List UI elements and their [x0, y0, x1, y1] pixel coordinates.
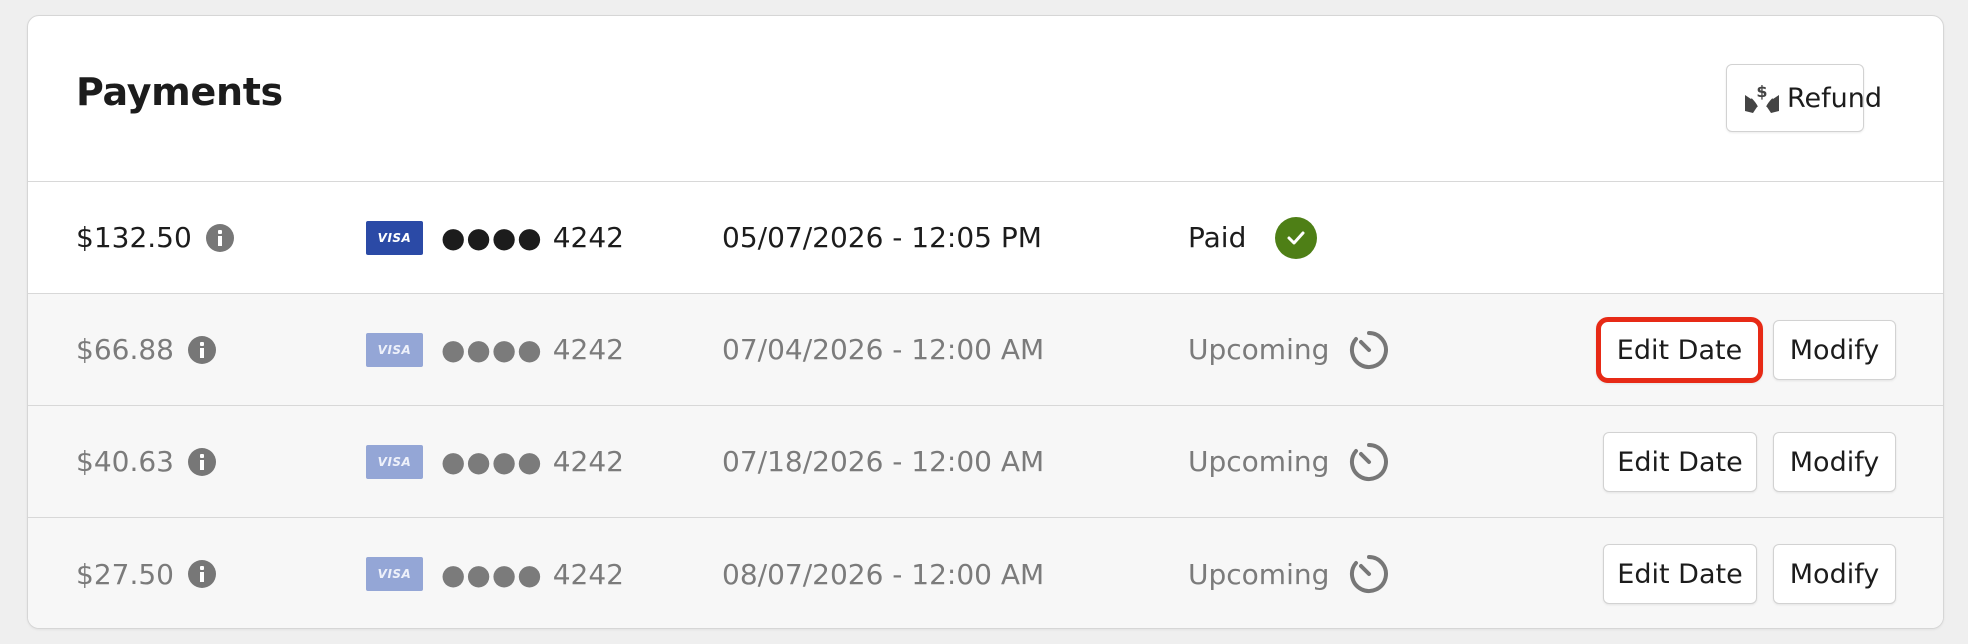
visa-card-icon: VISA	[366, 332, 423, 367]
payment-datetime: 05/07/2026 - 12:05 PM	[722, 221, 1042, 254]
payment-row: $66.88 VISA ●●●● 4242 07/04/2026 - 12:00…	[28, 294, 1943, 406]
timer-icon	[1348, 518, 1390, 628]
edit-date-button[interactable]: Edit Date	[1596, 317, 1763, 383]
payment-amount: $40.63	[76, 406, 216, 517]
payment-card: VISA ●●●● 4242	[366, 406, 624, 517]
card-last4: 4242	[552, 333, 624, 366]
modify-button[interactable]: Modify	[1773, 432, 1896, 492]
payment-row: $40.63 VISA ●●●● 4242 07/18/2026 - 12:00…	[28, 406, 1943, 518]
visa-card-icon: VISA	[366, 220, 423, 255]
visa-card-icon: VISA	[366, 557, 423, 591]
payments-card: Payments $ Refund $132.50 VISA ●●●● 4242	[27, 15, 1944, 629]
payment-datetime: 08/07/2026 - 12:00 AM	[722, 557, 1045, 591]
info-icon[interactable]	[187, 335, 216, 364]
payment-card: VISA ●●●● 4242	[366, 518, 624, 628]
payment-datetime: 07/04/2026 - 12:00 AM	[722, 333, 1045, 366]
svg-text:$: $	[1756, 82, 1767, 101]
refund-button[interactable]: $ Refund	[1726, 64, 1882, 132]
modify-button[interactable]: Modify	[1773, 544, 1896, 604]
payment-amount: $27.50	[76, 518, 216, 628]
info-icon[interactable]	[187, 560, 216, 588]
card-last4: 4242	[552, 445, 624, 478]
timer-icon	[1348, 294, 1390, 405]
payment-status: Upcoming	[1188, 557, 1330, 591]
payment-status: Paid	[1188, 221, 1247, 254]
payment-amount: $66.88	[76, 294, 216, 405]
payment-row: $132.50 VISA ●●●● 4242 05/07/2026 - 12:0…	[28, 182, 1943, 294]
card-last4: 4242	[552, 221, 624, 254]
edit-date-button[interactable]: Edit Date	[1603, 544, 1757, 604]
modify-button[interactable]: Modify	[1773, 320, 1896, 380]
card-last4: 4242	[552, 557, 624, 591]
info-icon[interactable]	[187, 447, 216, 476]
payment-card: VISA ●●●● 4242	[366, 294, 624, 405]
card-mask-dots: ●●●●	[441, 445, 543, 478]
info-icon[interactable]	[205, 223, 234, 252]
timer-icon	[1348, 406, 1390, 517]
payments-header: Payments $ Refund	[28, 16, 1943, 182]
refund-label: Refund	[1787, 82, 1883, 114]
payment-status: Upcoming	[1188, 445, 1330, 478]
check-circle-icon	[1275, 182, 1317, 293]
card-mask-dots: ●●●●	[441, 557, 543, 591]
card-mask-dots: ●●●●	[441, 221, 543, 254]
payment-datetime: 07/18/2026 - 12:00 AM	[722, 445, 1045, 478]
payment-row: $27.50 VISA ●●●● 4242 08/07/2026 - 12:00…	[28, 518, 1943, 628]
page-title: Payments	[76, 70, 283, 114]
edit-date-button[interactable]: Edit Date	[1603, 432, 1757, 492]
payment-status: Upcoming	[1188, 333, 1330, 366]
visa-card-icon: VISA	[366, 444, 423, 479]
payment-amount: $132.50	[76, 182, 234, 293]
refund-hands-icon: $	[1743, 81, 1781, 115]
card-mask-dots: ●●●●	[441, 333, 543, 366]
payment-card: VISA ●●●● 4242	[366, 182, 624, 293]
